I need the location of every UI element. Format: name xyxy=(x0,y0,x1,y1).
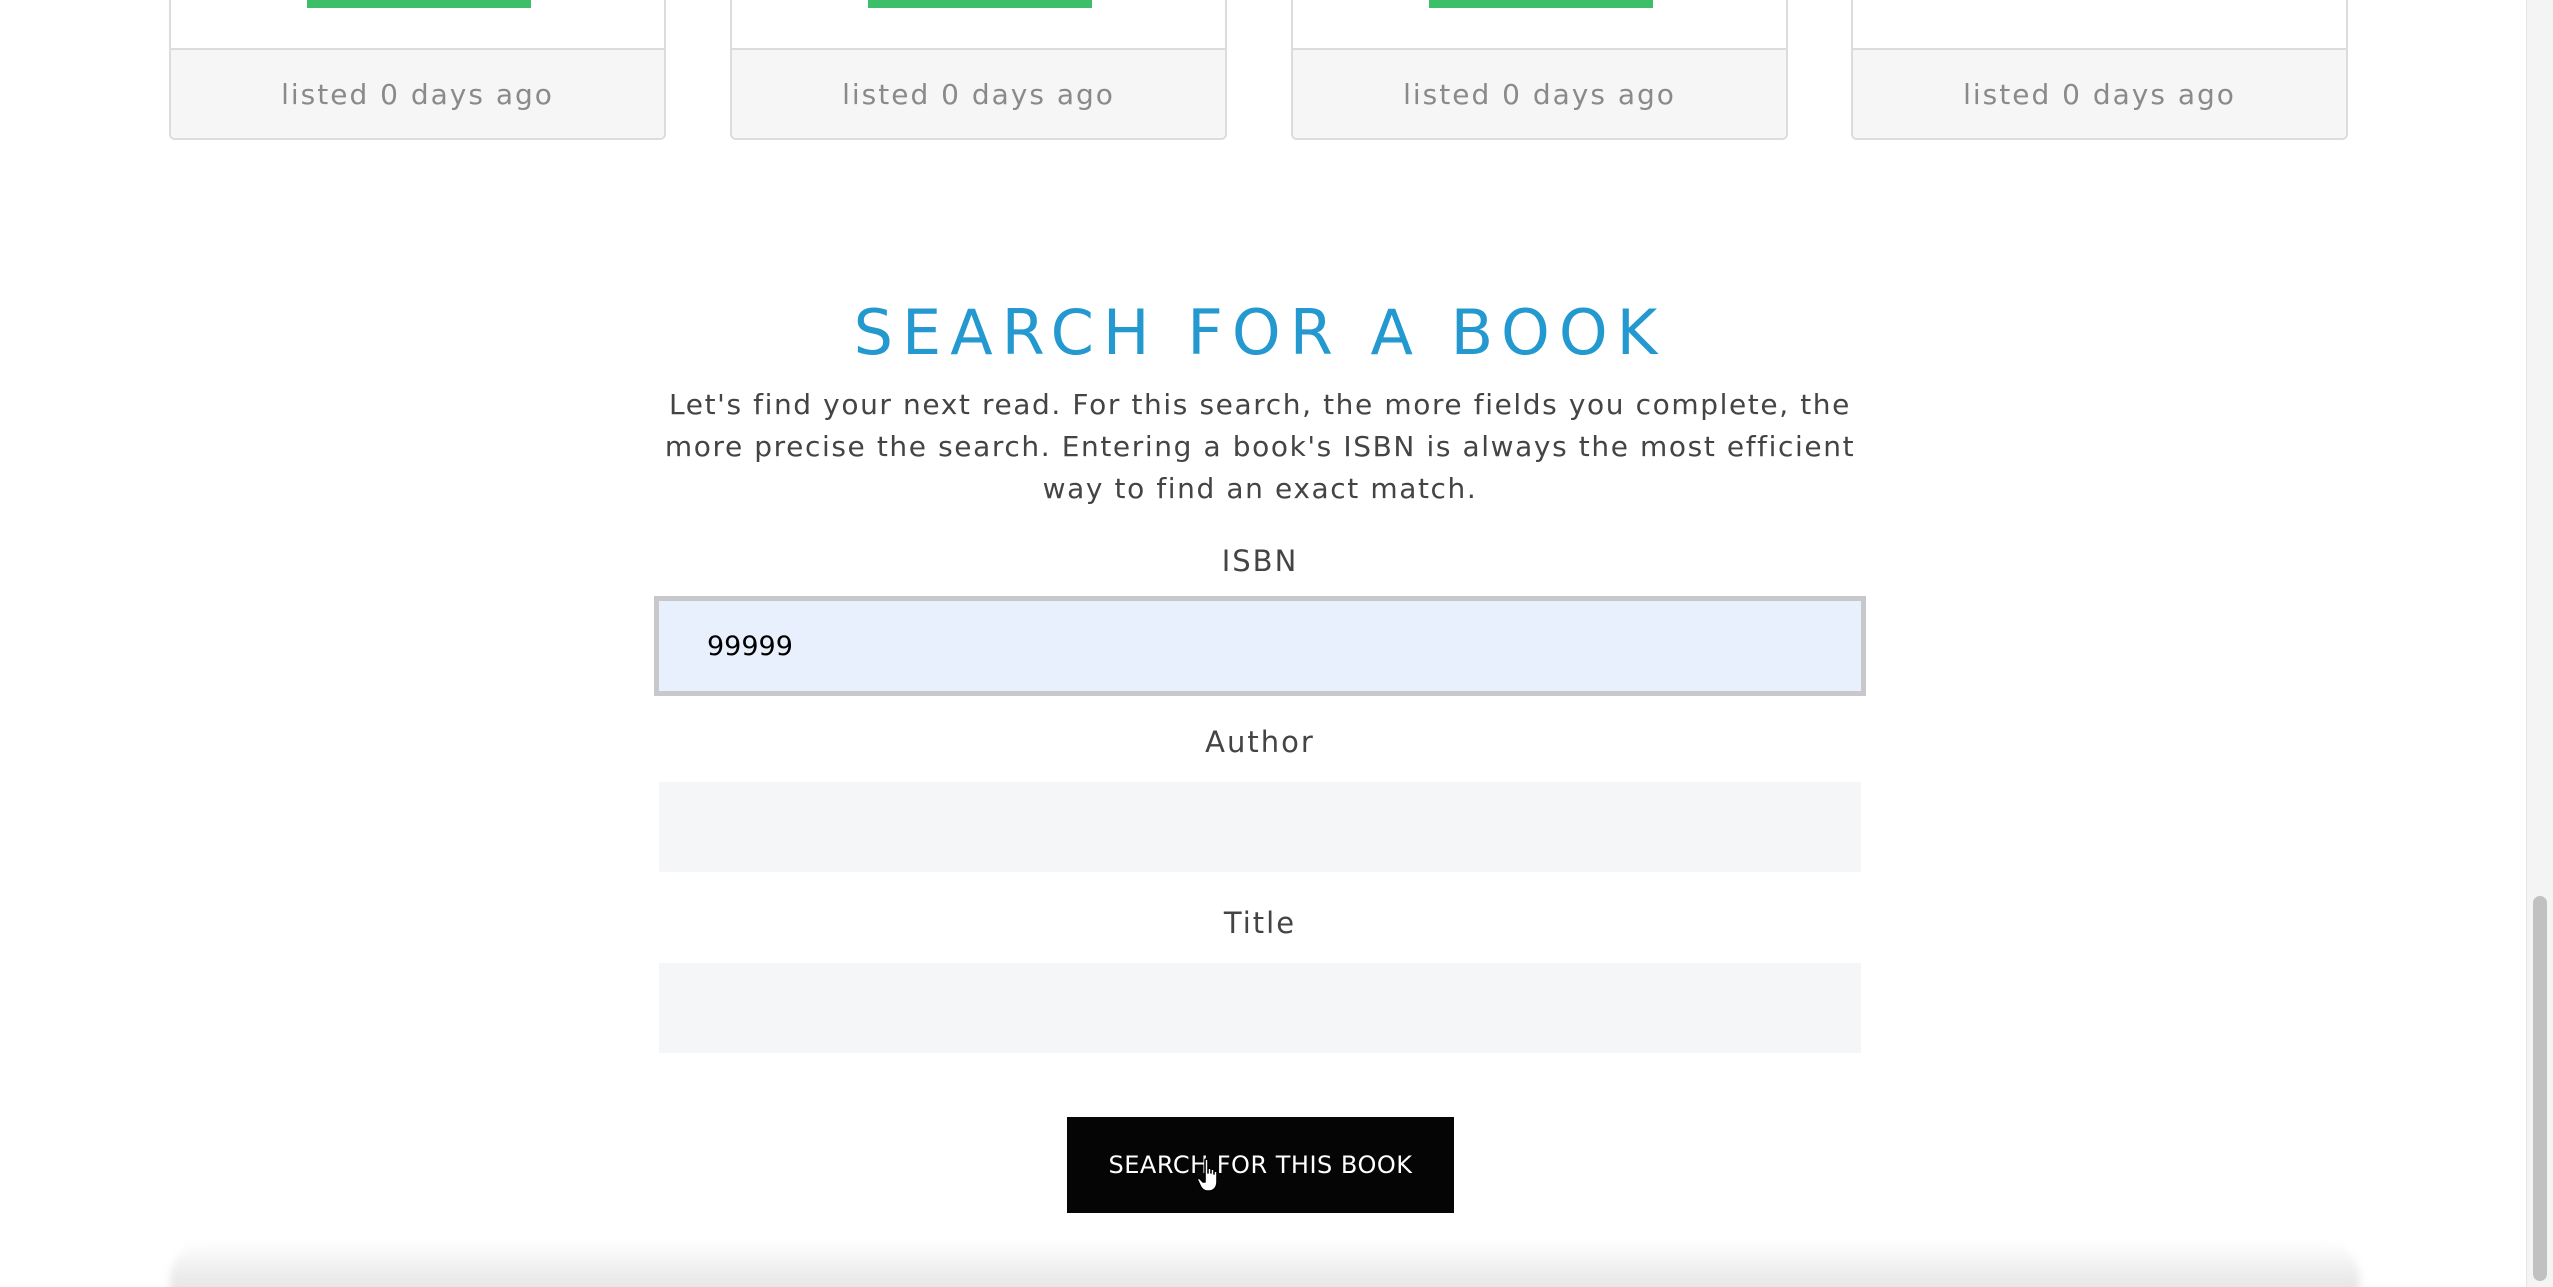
card-footer-listed: listed 0 days ago xyxy=(732,48,1225,138)
availability-bar xyxy=(307,0,531,8)
search-description: Let's find your next read. For this sear… xyxy=(664,388,1856,505)
page: listed 0 days ago listed 0 days ago list… xyxy=(0,0,2553,1287)
scrollbar-thumb[interactable] xyxy=(2533,896,2547,1281)
book-card[interactable]: listed 0 days ago xyxy=(1291,0,1788,140)
availability-bar xyxy=(1429,0,1653,8)
book-card[interactable]: listed 0 days ago xyxy=(1851,0,2348,140)
card-footer-listed: listed 0 days ago xyxy=(1293,48,1786,138)
title-input[interactable] xyxy=(659,963,1861,1053)
book-listing-cards: listed 0 days ago listed 0 days ago list… xyxy=(0,0,2526,142)
hand-pointer-icon xyxy=(1196,1158,1218,1192)
search-section-title: SEARCH FOR A BOOK xyxy=(853,296,1667,369)
title-label: Title xyxy=(1223,906,1297,940)
isbn-input[interactable] xyxy=(654,596,1866,696)
card-footer-listed: listed 0 days ago xyxy=(1853,48,2346,138)
author-label: Author xyxy=(1205,725,1315,759)
author-input[interactable] xyxy=(659,782,1861,872)
search-button-label: SEARCH FOR THIS BOOK xyxy=(1108,1151,1413,1179)
search-for-this-book-button[interactable]: SEARCH FOR THIS BOOK xyxy=(1067,1117,1454,1213)
card-footer-listed: listed 0 days ago xyxy=(171,48,664,138)
book-card[interactable]: listed 0 days ago xyxy=(169,0,666,140)
vertical-scrollbar[interactable] xyxy=(2526,0,2553,1287)
isbn-label: ISBN xyxy=(1221,544,1299,578)
book-card[interactable]: listed 0 days ago xyxy=(730,0,1227,140)
availability-bar xyxy=(868,0,1092,8)
next-section-shadow xyxy=(170,1240,2360,1287)
